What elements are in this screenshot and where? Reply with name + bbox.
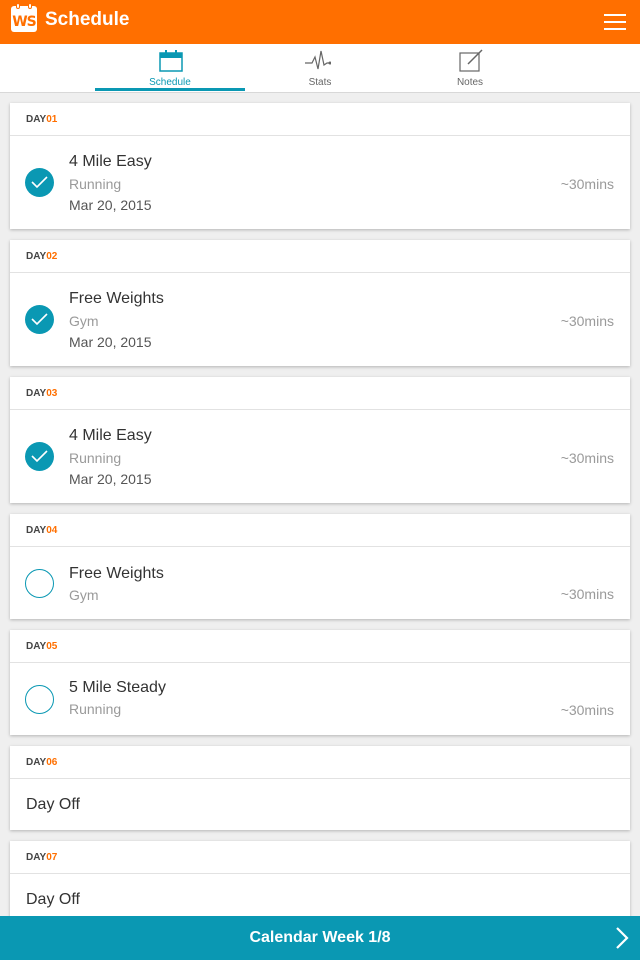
day-header: DAY05	[10, 630, 630, 663]
completed-check-icon[interactable]	[25, 305, 54, 334]
day-card[interactable]: DAY06 Day Off	[10, 746, 630, 830]
workout-duration: ~30mins	[560, 313, 614, 329]
day-card[interactable]: DAY03 4 Mile Easy Running Mar 20, 2015 ~…	[10, 377, 630, 503]
workout-duration: ~30mins	[560, 702, 614, 718]
workout-date: Mar 20, 2015	[69, 334, 152, 350]
day-header: DAY02	[10, 240, 630, 273]
chevron-right-icon[interactable]	[606, 924, 634, 952]
pulse-icon	[305, 50, 331, 70]
day-off-label: Day Off	[26, 891, 80, 908]
tab-stats[interactable]: Stats	[245, 44, 395, 92]
day-card[interactable]: DAY05 5 Mile Steady Running ~30mins	[10, 630, 630, 735]
day-card[interactable]: DAY02 Free Weights Gym Mar 20, 2015 ~30m…	[10, 240, 630, 366]
day-header: DAY07	[10, 841, 630, 874]
workout-title: 4 Mile Easy	[69, 153, 152, 170]
workout-type: Gym	[69, 587, 99, 603]
app-bar: WS Schedule	[0, 0, 640, 44]
day-header: DAY06	[10, 746, 630, 779]
day-card[interactable]: DAY01 4 Mile Easy Running Mar 20, 2015 ~…	[10, 103, 630, 229]
tab-label: Notes	[456, 77, 484, 88]
workout-title: 5 Mile Steady	[69, 679, 166, 696]
day-header: DAY01	[10, 103, 630, 136]
page-title: Schedule	[45, 9, 130, 30]
tab-label: Schedule	[149, 77, 191, 88]
app-logo: WS	[11, 3, 37, 32]
day-off-label: Day Off	[26, 796, 80, 813]
week-footer-bar: Calendar Week 1/8	[0, 916, 640, 960]
tab-notes[interactable]: Notes	[395, 44, 545, 92]
completed-check-icon[interactable]	[25, 442, 54, 471]
workout-duration: ~30mins	[560, 586, 614, 602]
active-tab-indicator	[95, 88, 245, 91]
workout-type: Running	[69, 176, 122, 192]
logo-text: WS	[12, 14, 37, 30]
workout-type: Running	[69, 450, 122, 466]
workout-date: Mar 20, 2015	[69, 197, 152, 213]
day-header: DAY04	[10, 514, 630, 547]
workout-duration: ~30mins	[560, 176, 614, 192]
day-card[interactable]: DAY07 Day Off	[10, 841, 630, 925]
workout-type: Running	[69, 701, 122, 717]
workout-date: Mar 20, 2015	[69, 471, 152, 487]
workout-title: 4 Mile Easy	[69, 427, 152, 444]
workout-type: Gym	[69, 313, 99, 329]
workout-title: Free Weights	[69, 290, 164, 307]
hamburger-menu-icon[interactable]	[604, 14, 626, 30]
day-header: DAY03	[10, 377, 630, 410]
note-edit-icon	[459, 49, 483, 72]
calendar-week-label: Calendar Week 1/8	[249, 929, 391, 946]
incomplete-circle-icon[interactable]	[25, 685, 54, 714]
completed-check-icon[interactable]	[25, 168, 54, 197]
workout-duration: ~30mins	[560, 450, 614, 466]
incomplete-circle-icon[interactable]	[25, 569, 54, 598]
tab-bar: Schedule Stats Notes	[0, 44, 640, 93]
tab-schedule[interactable]: Schedule	[95, 44, 245, 92]
calendar-icon	[159, 50, 183, 72]
workout-title: Free Weights	[69, 565, 164, 582]
day-card[interactable]: DAY04 Free Weights Gym ~30mins	[10, 514, 630, 619]
tab-label: Stats	[308, 77, 332, 88]
